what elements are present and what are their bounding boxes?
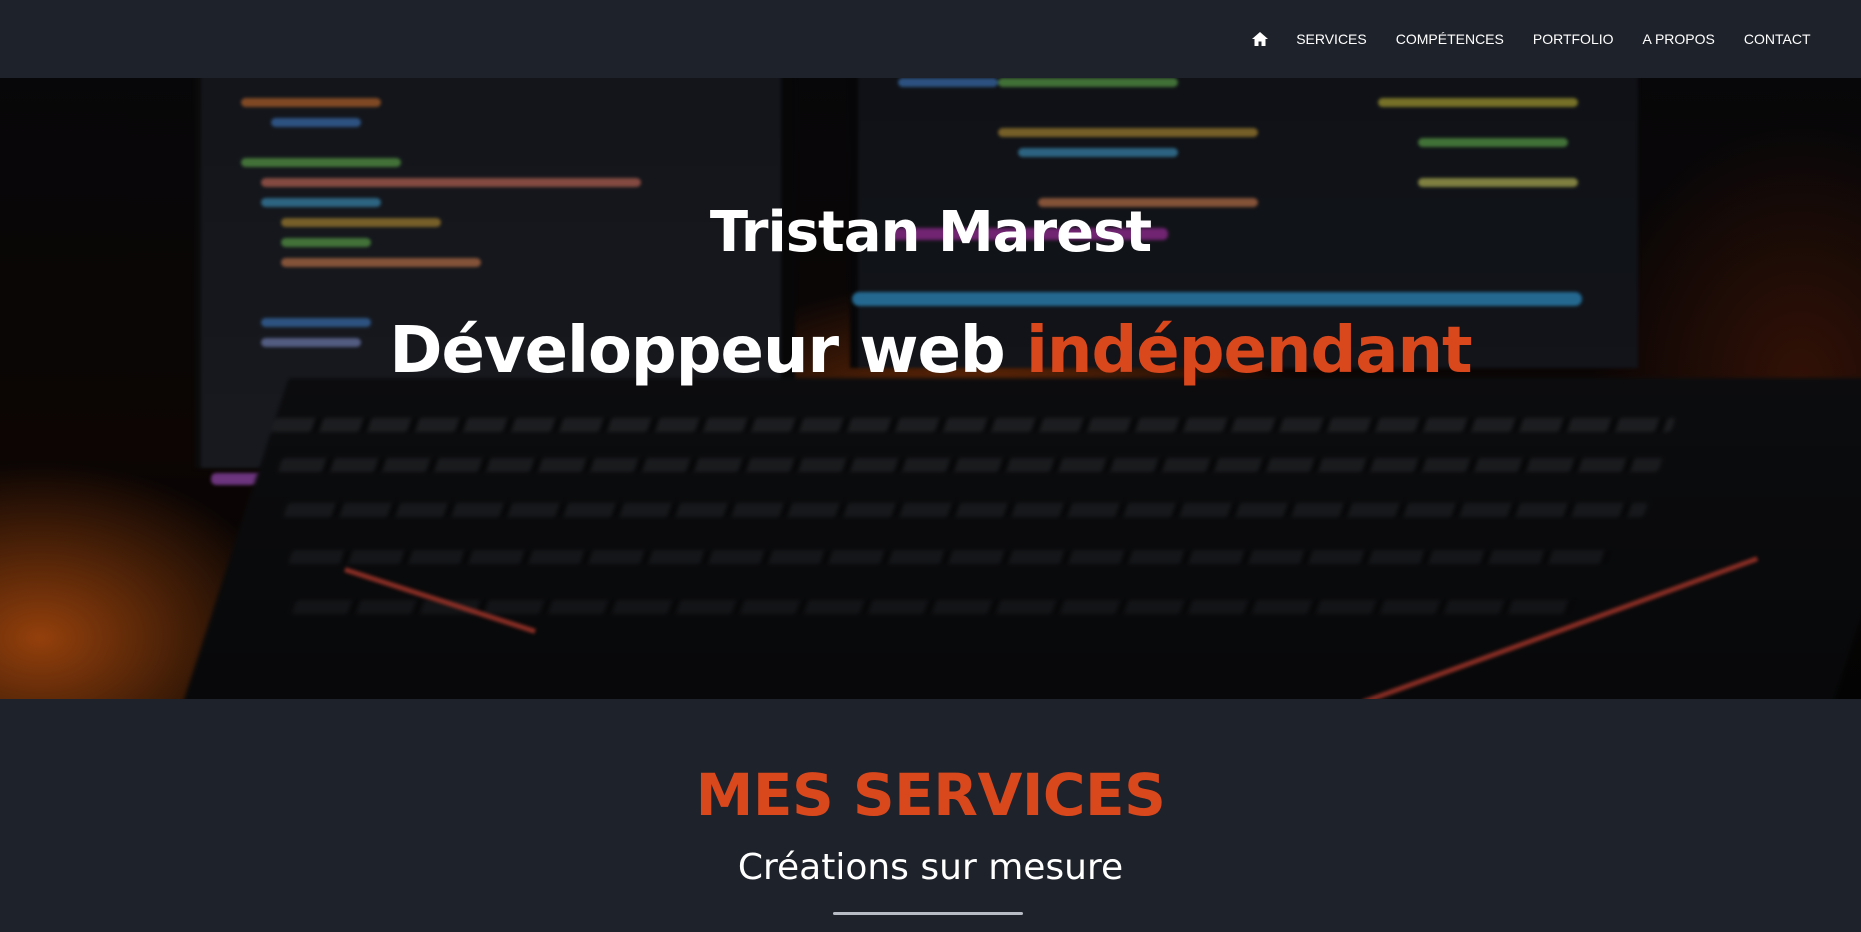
home-icon[interactable] bbox=[1238, 32, 1282, 46]
nav-item-competences[interactable]: COMPÉTENCES bbox=[1381, 31, 1518, 47]
hero-banner: Tristan Marest Développeur web indépenda… bbox=[0, 78, 1861, 699]
top-navbar: SERVICES COMPÉTENCES PORTFOLIO A PROPOS … bbox=[0, 0, 1861, 78]
nav-item-services[interactable]: SERVICES bbox=[1282, 31, 1382, 47]
services-title: MES SERVICES bbox=[695, 761, 1166, 829]
services-section: MES SERVICES Créations sur mesure bbox=[0, 699, 1861, 932]
section-divider bbox=[833, 912, 1023, 915]
hero-tagline-main: Développeur web bbox=[389, 314, 1026, 388]
hero-tagline-accent: indépendant bbox=[1025, 314, 1473, 388]
nav-item-portfolio[interactable]: PORTFOLIO bbox=[1518, 31, 1628, 47]
services-subtitle: Créations sur mesure bbox=[737, 847, 1124, 888]
nav-item-a-propos[interactable]: A PROPOS bbox=[1628, 31, 1729, 47]
hero-name: Tristan Marest bbox=[709, 200, 1152, 265]
nav-menu: SERVICES COMPÉTENCES PORTFOLIO A PROPOS … bbox=[1238, 0, 1825, 78]
nav-item-contact[interactable]: CONTACT bbox=[1729, 31, 1825, 47]
hero-overlay bbox=[0, 78, 1861, 699]
hero-tagline: Développeur web indépendant bbox=[0, 314, 1861, 388]
